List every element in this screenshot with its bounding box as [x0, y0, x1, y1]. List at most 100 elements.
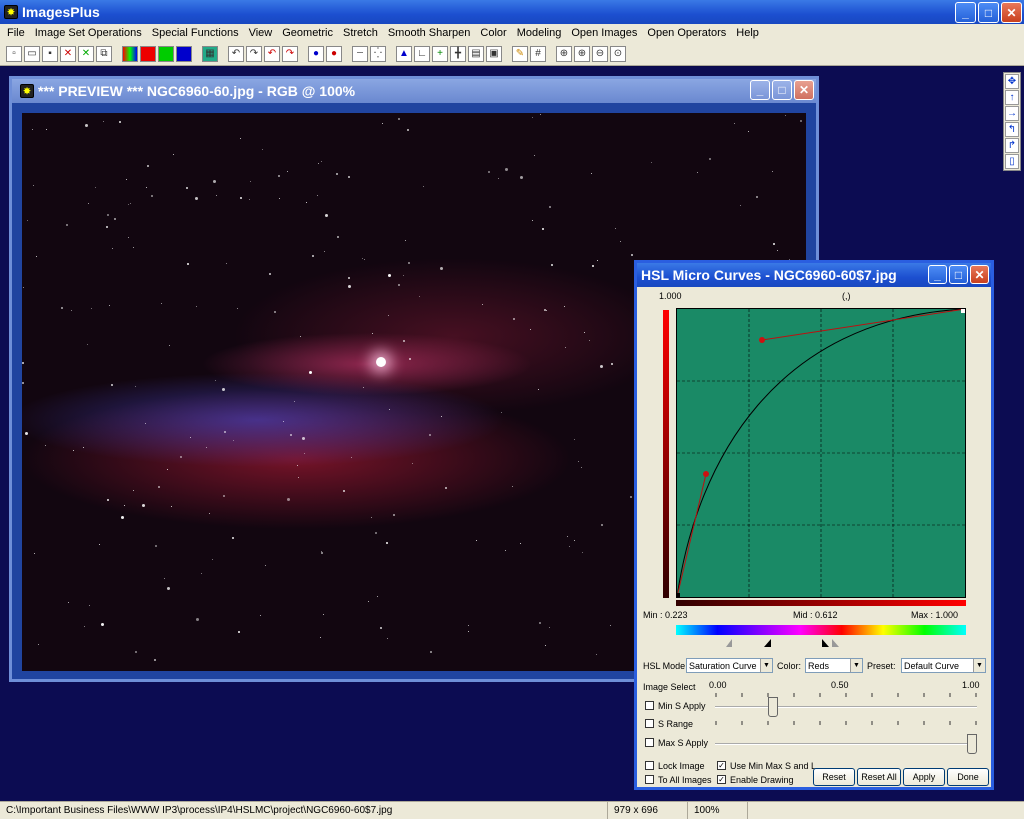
reset-all-button[interactable]: Reset All	[857, 768, 901, 786]
menu-open-images[interactable]: Open Images	[566, 27, 642, 39]
fit-icon[interactable]: ▯	[1005, 154, 1019, 169]
hue-marker-2[interactable]	[764, 639, 771, 647]
hue-marker-3[interactable]	[822, 639, 829, 647]
apply-button[interactable]: Apply	[903, 768, 945, 786]
close-button[interactable]: ✕	[1001, 2, 1022, 23]
hsl-mode-select[interactable]: Saturation Curve ▼	[686, 658, 773, 673]
rotate-left-icon[interactable]: ↰	[1005, 122, 1019, 137]
zoom-in-icon[interactable]: ⊕	[574, 45, 590, 62]
max-s-slider-track[interactable]	[715, 743, 977, 745]
star	[237, 308, 238, 309]
grid-icon[interactable]: ▦	[202, 45, 218, 62]
done-button[interactable]: Done	[947, 768, 989, 786]
green-channel-icon[interactable]	[158, 45, 174, 62]
undo-all-icon[interactable]: ↶	[264, 45, 280, 62]
star	[615, 228, 616, 229]
point-red-icon[interactable]: ●	[326, 45, 342, 62]
star	[89, 605, 90, 606]
point-icon[interactable]: ●	[308, 45, 324, 62]
menu-color[interactable]: Color	[475, 27, 511, 39]
grid-view-icon[interactable]: #	[530, 45, 546, 62]
blue-channel-icon[interactable]	[176, 45, 192, 62]
reset-button[interactable]: Reset	[813, 768, 855, 786]
menu-view[interactable]: View	[244, 27, 278, 39]
axis-icon[interactable]: ∟	[414, 45, 430, 62]
preview-minimize-button[interactable]: _	[750, 80, 770, 100]
curve-svg[interactable]	[675, 308, 966, 598]
line-select-icon[interactable]: ┄	[352, 45, 368, 62]
hsl-maximize-button[interactable]: □	[949, 265, 968, 284]
triangle-icon[interactable]: ▲	[396, 45, 412, 62]
max-s-slider-thumb[interactable]	[967, 734, 977, 754]
red-channel-icon[interactable]	[140, 45, 156, 62]
minimize-button[interactable]: _	[955, 2, 976, 23]
endpoint-end[interactable]	[961, 308, 966, 313]
max-s-apply-checkbox[interactable]	[645, 738, 654, 747]
rgb-icon[interactable]	[122, 45, 138, 62]
star	[223, 495, 225, 497]
new-icon[interactable]: ▫	[6, 45, 22, 62]
histogram-icon[interactable]: ▤	[468, 45, 484, 62]
menu-modeling[interactable]: Modeling	[512, 27, 567, 39]
zoom-out-icon[interactable]: ⊖	[592, 45, 608, 62]
copy-icon[interactable]: ⧉	[96, 45, 112, 62]
hsl-close-button[interactable]: ✕	[970, 265, 989, 284]
arrow-up-icon[interactable]: ↑	[1005, 90, 1019, 105]
enable-drawing-checkbox[interactable]: ✓	[717, 775, 726, 784]
menu-help[interactable]: Help	[731, 27, 764, 39]
region-select-icon[interactable]: ⁛	[370, 45, 386, 62]
s-range-checkbox[interactable]	[645, 719, 654, 728]
zoom-fit-icon[interactable]: ⊕	[556, 45, 572, 62]
pencil-icon[interactable]: ✎	[512, 45, 528, 62]
menu-geometric[interactable]: Geometric	[277, 27, 338, 39]
move-icon[interactable]: ✥	[1005, 74, 1019, 89]
preset-label: Preset:	[867, 661, 896, 671]
star	[600, 365, 603, 368]
star	[482, 304, 483, 305]
open-icon[interactable]: ▭	[24, 45, 40, 62]
to-all-images-checkbox[interactable]	[645, 775, 654, 784]
preset-select[interactable]: Default Curve ▼	[901, 658, 986, 673]
use-min-max-checkbox[interactable]: ✓	[717, 761, 726, 770]
hue-markers[interactable]	[676, 637, 966, 649]
control-point-2[interactable]	[759, 337, 765, 343]
menu-stretch[interactable]: Stretch	[338, 27, 383, 39]
save-icon[interactable]: ▪	[42, 45, 58, 62]
endpoint-start[interactable]	[675, 593, 680, 598]
star	[201, 573, 202, 574]
image-icon[interactable]: ▣	[486, 45, 502, 62]
curve-editor[interactable]	[675, 308, 966, 598]
menu-open-operators[interactable]: Open Operators	[642, 27, 731, 39]
close-all-icon[interactable]: ✕	[78, 45, 94, 62]
star	[651, 162, 652, 163]
lock-image-checkbox[interactable]	[645, 761, 654, 770]
menu-image-set-operations[interactable]: Image Set Operations	[30, 27, 147, 39]
hue-marker-4[interactable]	[832, 639, 839, 647]
control-point-1[interactable]	[703, 471, 709, 477]
rotate-right-icon[interactable]: ↱	[1005, 138, 1019, 153]
plus-icon[interactable]: +	[432, 45, 448, 62]
undo-icon[interactable]: ↶	[228, 45, 244, 62]
min-s-slider-thumb[interactable]	[767, 697, 778, 717]
zoom-actual-icon[interactable]: ⊙	[610, 45, 626, 62]
star	[154, 659, 156, 661]
preview-maximize-button[interactable]: □	[772, 80, 792, 100]
star	[592, 265, 594, 267]
star	[222, 388, 225, 391]
redo-icon[interactable]: ↷	[246, 45, 262, 62]
crosshair-icon[interactable]: ╋	[450, 45, 466, 62]
maximize-button[interactable]: □	[978, 2, 999, 23]
star	[278, 175, 280, 177]
color-select[interactable]: Reds ▼	[805, 658, 863, 673]
min-s-slider-track[interactable]	[715, 706, 977, 708]
hsl-minimize-button[interactable]: _	[928, 265, 947, 284]
close-image-icon[interactable]: ✕	[60, 45, 76, 62]
min-s-apply-checkbox[interactable]	[645, 701, 654, 710]
menu-special-functions[interactable]: Special Functions	[147, 27, 244, 39]
arrow-right-icon[interactable]: →	[1005, 106, 1019, 121]
hue-marker-1[interactable]	[726, 639, 732, 647]
redo-all-icon[interactable]: ↷	[282, 45, 298, 62]
menu-file[interactable]: File	[2, 27, 30, 39]
menu-smooth-sharpen[interactable]: Smooth Sharpen	[383, 27, 476, 39]
preview-close-button[interactable]: ✕	[794, 80, 814, 100]
